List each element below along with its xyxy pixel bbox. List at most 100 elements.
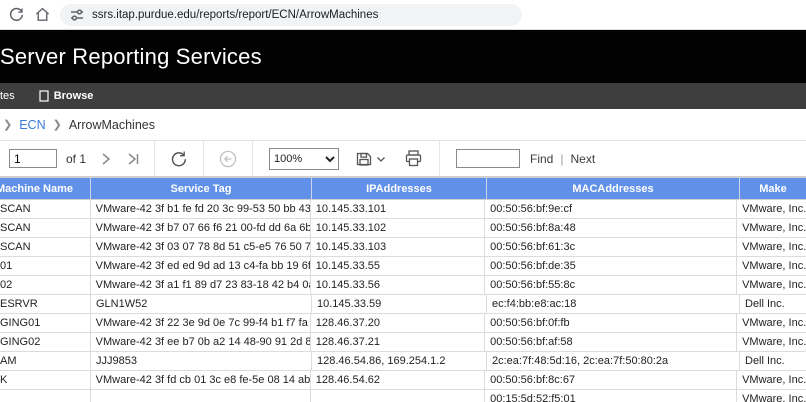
- zoom-select[interactable]: 100%: [269, 148, 339, 170]
- report-toolbar: of 1 100%: [0, 140, 806, 177]
- cell-make: Dell Inc.: [740, 352, 806, 371]
- cell-machine-name: GING02: [0, 333, 91, 352]
- cell-machine-name: SCAN: [0, 238, 91, 257]
- site-settings-icon[interactable]: [70, 8, 84, 22]
- cell-ip-addresses: 128.46.54.62: [311, 371, 485, 390]
- table-row: ESRVRGLN1W5210.145.33.59ec:f4:bb:e8:ac:1…: [0, 295, 806, 314]
- table-row: 00:15:5d:52:f5:01VMware, Inc.: [0, 390, 806, 402]
- cell-ip-addresses: [311, 390, 485, 402]
- cell-ip-addresses: 128.46.37.20: [311, 314, 485, 333]
- cell-mac-addresses: 00:50:56:bf:55:8c: [485, 276, 737, 295]
- cell-service-tag: VMware-42 3f 22 3e 9d 0e 7c 99-f4 b1 f7 …: [91, 314, 311, 333]
- page-title: Server Reporting Services: [0, 44, 262, 70]
- breadcrumb-current: ArrowMachines: [69, 118, 155, 132]
- chevron-right-icon: ❯: [53, 118, 62, 131]
- url-text: ssrs.itap.purdue.edu/reports/report/ECN/…: [92, 9, 378, 21]
- cell-make: VMware, Inc.: [737, 333, 806, 352]
- table-row: 01VMware-42 3f ed ed 9d ad 13 c4-fa bb 1…: [0, 257, 806, 276]
- ssrs-report-page: ssrs.itap.purdue.edu/reports/report/ECN/…: [0, 0, 806, 402]
- find-input[interactable]: [456, 149, 520, 168]
- cell-service-tag: VMware-42 3f ed ed 9d ad 13 c4-fa bb 19 …: [91, 257, 311, 276]
- cell-mac-addresses: 00:15:5d:52:f5:01: [485, 390, 737, 402]
- tab-browse[interactable]: Browse: [39, 90, 94, 102]
- cell-make: Dell Inc.: [740, 295, 806, 314]
- table-row: GING02VMware-42 3f ee b7 0b a2 14 48-90 …: [0, 333, 806, 352]
- cell-make: VMware, Inc.: [737, 219, 806, 238]
- cell-ip-addresses: 10.145.33.55: [311, 257, 485, 276]
- cell-machine-name: SCAN: [0, 200, 91, 219]
- url-field[interactable]: ssrs.itap.purdue.edu/reports/report/ECN/…: [60, 4, 522, 26]
- table-row: KVMware-42 3f fd cb 01 3c e8 fe-5e 08 14…: [0, 371, 806, 390]
- cell-mac-addresses: 00:50:56:bf:0f:fb: [485, 314, 737, 333]
- cell-service-tag: GLN1W52: [91, 295, 312, 314]
- find-next-button[interactable]: Next: [570, 152, 595, 166]
- table-row: SCANVMware-42 3f 03 07 78 8d 51 c5-e5 76…: [0, 238, 806, 257]
- report-table: Machine NameService TagIPAddressesMACAdd…: [0, 177, 806, 402]
- back-button[interactable]: [218, 149, 238, 169]
- home-icon[interactable]: [34, 6, 51, 23]
- cell-machine-name: GING01: [0, 314, 91, 333]
- cell-service-tag: JJJ9853: [91, 352, 312, 371]
- find-next-divider: |: [560, 152, 563, 166]
- cell-mac-addresses: 00:50:56:bf:61:3c: [485, 238, 737, 257]
- app-header: Server Reporting Services: [0, 30, 806, 83]
- cell-mac-addresses: 00:50:56:bf:de:35: [485, 257, 737, 276]
- toolbar-divider: [252, 141, 253, 176]
- cell-service-tag: VMware-42 3f a1 f1 89 d7 23 83-18 42 b4 …: [91, 276, 311, 295]
- find-button[interactable]: Find: [530, 152, 553, 166]
- table-row: GING01VMware-42 3f 22 3e 9d 0e 7c 99-f4 …: [0, 314, 806, 333]
- refresh-button[interactable]: [169, 149, 189, 169]
- cell-make: VMware, Inc.: [737, 238, 806, 257]
- cell-machine-name: ESRVR: [0, 295, 91, 314]
- cell-machine-name: 01: [0, 257, 91, 276]
- column-header-make: Make: [740, 178, 806, 200]
- cell-service-tag: VMware-42 3f ee b7 0b a2 14 48-90 91 2d …: [91, 333, 311, 352]
- cell-service-tag: [91, 390, 311, 402]
- tab-favorites[interactable]: tes: [0, 90, 15, 102]
- last-page-button[interactable]: [124, 150, 142, 168]
- page-number-input[interactable]: [9, 149, 57, 168]
- cell-service-tag: VMware-42 3f b7 07 66 f6 21 00-fd dd 6a …: [91, 219, 311, 238]
- cell-make: VMware, Inc.: [737, 390, 806, 402]
- cell-machine-name: K: [0, 371, 91, 390]
- cell-make: VMware, Inc.: [737, 276, 806, 295]
- breadcrumb: ❯ ECN ❯ ArrowMachines: [0, 109, 806, 140]
- cell-machine-name: SCAN: [0, 219, 91, 238]
- chevron-right-icon: ❯: [3, 118, 12, 131]
- cell-ip-addresses: 128.46.54.86, 169.254.1.2: [312, 352, 487, 371]
- print-button[interactable]: [404, 149, 423, 168]
- cell-service-tag: VMware-42 3f b1 fe fd 20 3c 99-53 50 bb …: [91, 200, 311, 219]
- export-button[interactable]: [355, 150, 373, 168]
- breadcrumb-link-ecn[interactable]: ECN: [19, 118, 45, 132]
- cell-ip-addresses: 10.145.33.102: [311, 219, 485, 238]
- cell-mac-addresses: ec:f4:bb:e8:ac:18: [487, 295, 740, 314]
- column-header-machine-name: Machine Name: [0, 178, 91, 200]
- cell-make: VMware, Inc.: [737, 257, 806, 276]
- toolbar-divider: [154, 141, 155, 176]
- cell-mac-addresses: 00:50:56:bf:8a:48: [485, 219, 737, 238]
- menu-bar: tes Browse: [0, 83, 806, 109]
- cell-mac-addresses: 00:50:56:bf:af:58: [485, 333, 737, 352]
- cell-make: VMware, Inc.: [737, 200, 806, 219]
- toolbar-divider: [203, 141, 204, 176]
- cell-ip-addresses: 128.46.37.21: [311, 333, 485, 352]
- cell-service-tag: VMware-42 3f fd cb 01 3c e8 fe-5e 08 14 …: [91, 371, 311, 390]
- table-row: SCANVMware-42 3f b1 fe fd 20 3c 99-53 50…: [0, 200, 806, 219]
- export-dropdown-chevron-icon[interactable]: [376, 155, 386, 163]
- column-header-mac-addresses: MACAddresses: [487, 178, 740, 200]
- cell-mac-addresses: 00:50:56:bf:9e:cf: [485, 200, 737, 219]
- table-row: AMJJJ9853128.46.54.86, 169.254.1.22c:ea:…: [0, 352, 806, 371]
- cell-make: VMware, Inc.: [737, 371, 806, 390]
- next-page-button[interactable]: [98, 150, 114, 168]
- cell-ip-addresses: 10.145.33.59: [312, 295, 487, 314]
- browse-label: Browse: [54, 90, 94, 102]
- column-header-service-tag: Service Tag: [91, 178, 312, 200]
- cell-mac-addresses: 2c:ea:7f:48:5d:16, 2c:ea:7f:50:80:2a: [487, 352, 740, 371]
- cell-ip-addresses: 10.145.33.101: [311, 200, 485, 219]
- cell-ip-addresses: 10.145.33.56: [311, 276, 485, 295]
- cell-machine-name: AM: [0, 352, 91, 371]
- cell-machine-name: 02: [0, 276, 91, 295]
- reload-icon[interactable]: [8, 6, 25, 23]
- cell-machine-name: [0, 390, 91, 402]
- cell-ip-addresses: 10.145.33.103: [311, 238, 485, 257]
